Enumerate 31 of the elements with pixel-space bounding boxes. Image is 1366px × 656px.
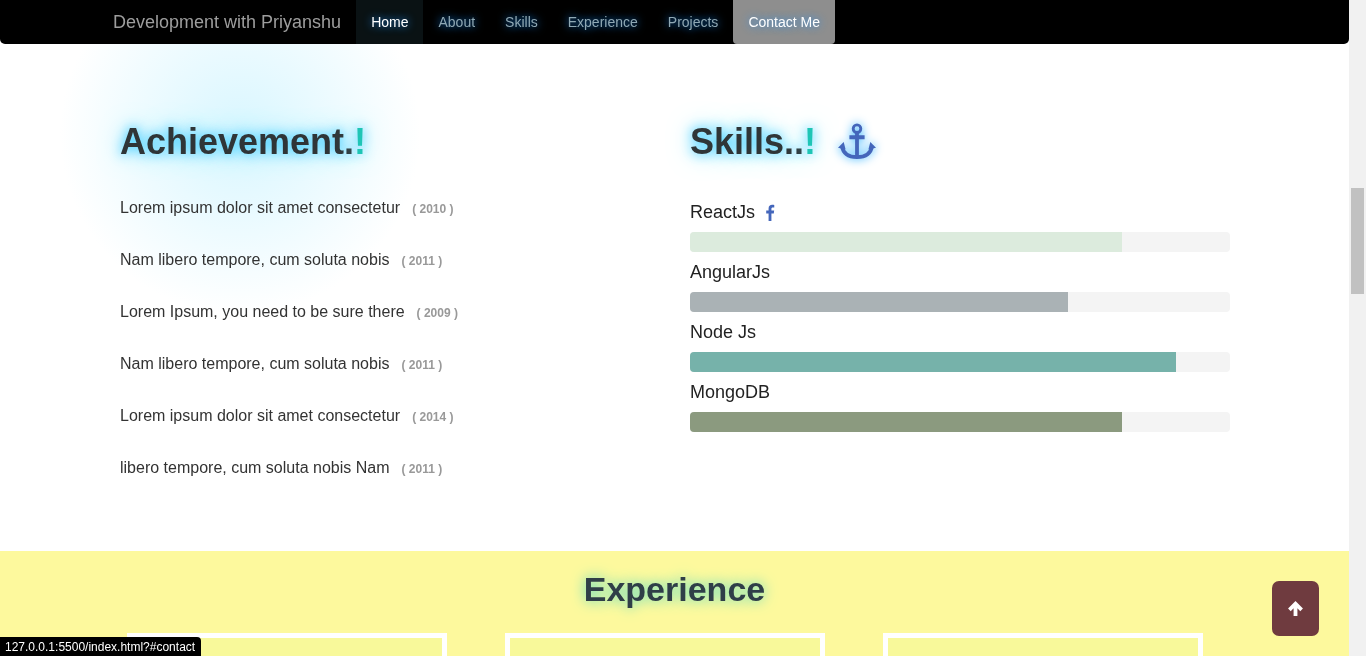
nav-link[interactable]: Home <box>356 0 424 44</box>
achievement-text: Nam libero tempore, cum soluta nobis <box>120 251 390 269</box>
skill-name: MongoDB <box>690 381 771 403</box>
achievement-text: libero tempore, cum soluta nobis Nam <box>120 459 390 477</box>
skill-name: Node Js <box>690 321 757 343</box>
skills-heading: Skills..! <box>690 120 817 164</box>
skill-name: ReactJs <box>690 201 756 223</box>
back-to-top-button[interactable] <box>1272 581 1319 636</box>
nav-link[interactable]: About <box>423 0 491 44</box>
achievement-text: Lorem ipsum dolor sit amet consectetur <box>120 199 401 217</box>
achievement-year: ( 2011 ) <box>401 358 443 372</box>
brand-link[interactable]: Development with Priyanshu <box>100 0 357 44</box>
achievement-year: ( 2010 ) <box>412 202 454 216</box>
achievement-heading: Achievement.! <box>120 120 368 164</box>
achievement-text: Nam libero tempore, cum soluta nobis <box>120 355 390 373</box>
status-bar-url: 127.0.0.1:5500/index.html?#contact <box>0 637 202 656</box>
achievement-text: Lorem Ipsum, you need to be sure there <box>120 303 405 321</box>
nav-link[interactable]: Experience <box>552 0 653 44</box>
achievement-text: Lorem ipsum dolor sit amet consectetur <box>120 407 401 425</box>
experience-heading: Experience <box>583 569 766 609</box>
nav-link[interactable]: Projects <box>652 0 734 44</box>
arrow-up-icon <box>1287 600 1304 617</box>
skill-name: AngularJs <box>690 261 771 283</box>
nav-link[interactable]: Skills <box>490 0 553 44</box>
achievement-year: ( 2011 ) <box>401 254 443 268</box>
achievement-year: ( 2011 ) <box>401 462 443 476</box>
scrollbar[interactable] <box>1349 0 1366 656</box>
achievement-year: ( 2014 ) <box>412 410 454 424</box>
achievement-year: ( 2009 ) <box>416 306 458 320</box>
scrollbar-thumb[interactable] <box>1351 188 1364 294</box>
anchor-icon <box>838 123 877 161</box>
